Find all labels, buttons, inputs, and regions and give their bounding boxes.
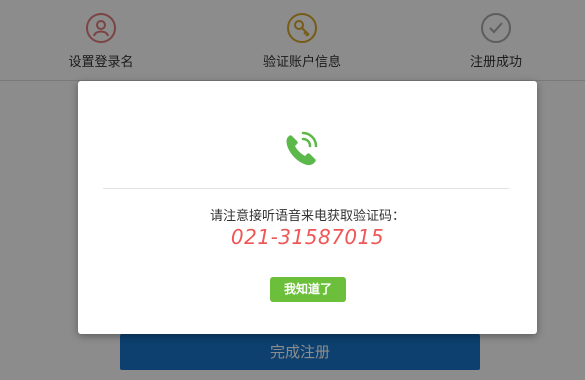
ok-button[interactable]: 我知道了 <box>270 277 346 302</box>
message-text: 请注意接听语音来电获取验证码： <box>209 209 405 224</box>
phone-call-icon <box>282 129 320 169</box>
voice-verification-dialog: 请注意接听语音来电获取验证码： 021-31587015 我知道了 <box>78 81 537 334</box>
divider <box>103 188 509 189</box>
phone-number: 021-31587015 <box>230 225 385 249</box>
